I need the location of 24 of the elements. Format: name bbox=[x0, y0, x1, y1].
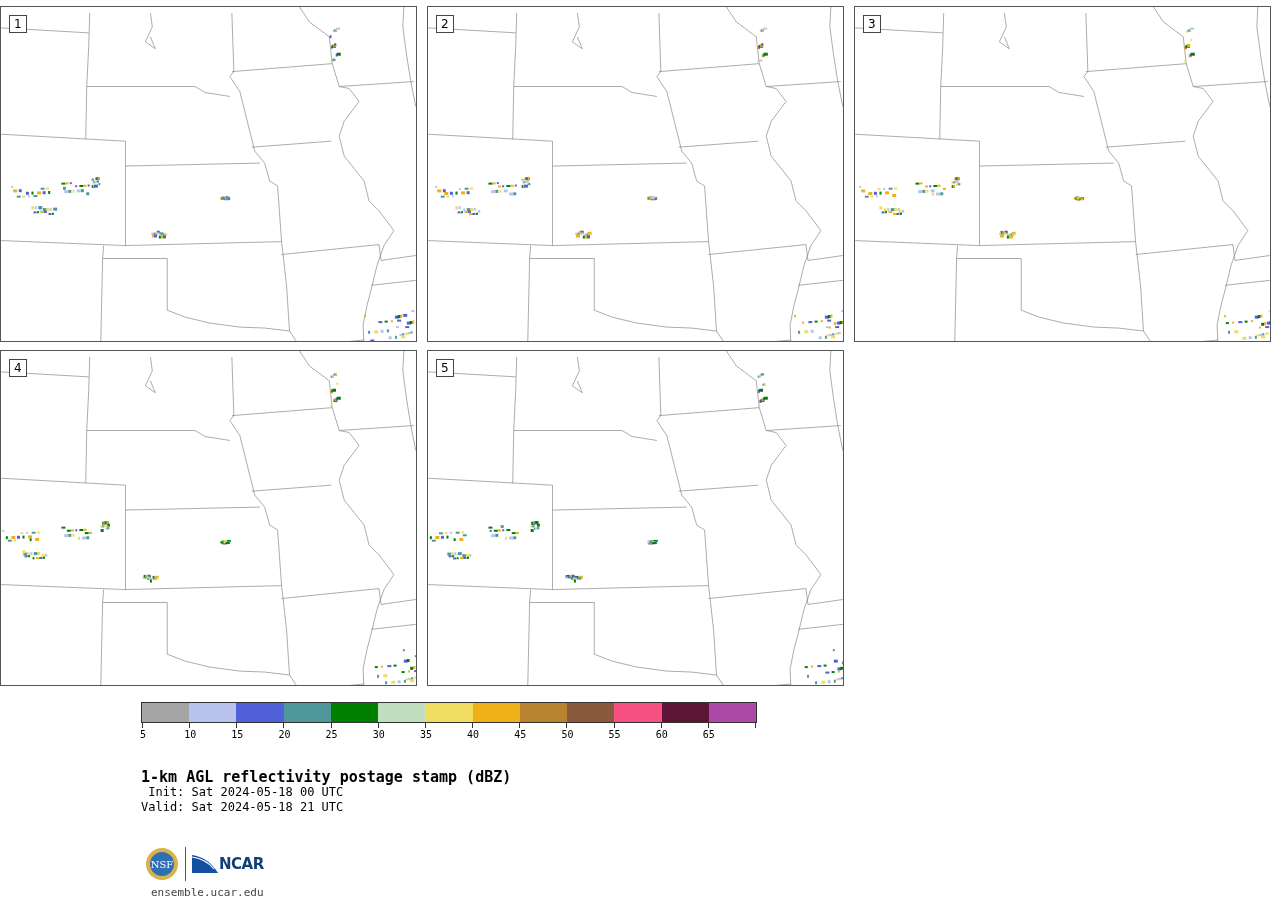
init-time: Init: Sat 2024-05-18 00 UTC bbox=[147, 785, 345, 800]
tick-label: 40 bbox=[467, 729, 480, 740]
panel-label: 1 bbox=[9, 15, 27, 33]
tick-label: 60 bbox=[655, 729, 668, 740]
tick-label: 45 bbox=[514, 729, 527, 740]
ncar-logo: NCAR bbox=[192, 855, 264, 873]
tick-label: 65 bbox=[702, 729, 715, 740]
tick-label: 25 bbox=[325, 729, 338, 740]
tick-label: 5 bbox=[140, 729, 146, 740]
chart-title: 1-km AGL reflectivity postage stamp (dBZ) bbox=[141, 768, 513, 785]
valid-time: Valid: Sat 2024-05-18 21 UTC bbox=[141, 800, 345, 815]
tick-label: 10 bbox=[184, 729, 197, 740]
tick-label: 35 bbox=[419, 729, 432, 740]
tick-label: 20 bbox=[278, 729, 291, 740]
panel-label: 2 bbox=[436, 15, 454, 33]
website-url: ensemble.ucar.edu bbox=[151, 886, 265, 899]
panel-label: 3 bbox=[863, 15, 881, 33]
tick-label: 50 bbox=[561, 729, 574, 740]
tick-label: 30 bbox=[372, 729, 385, 740]
panel-label: 5 bbox=[436, 359, 454, 377]
tick-label: 55 bbox=[608, 729, 621, 740]
tick-label: 15 bbox=[231, 729, 244, 740]
panel-label: 4 bbox=[9, 359, 27, 377]
nsf-logo: NSF bbox=[145, 847, 179, 881]
